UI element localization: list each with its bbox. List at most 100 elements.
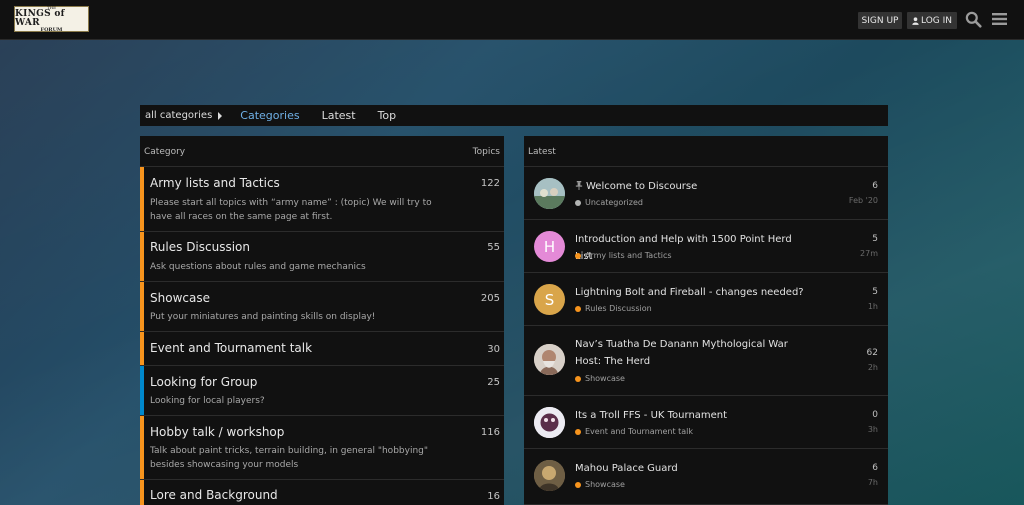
hamburger-menu-icon[interactable] (992, 12, 1007, 26)
topics-column-header: Topics (472, 147, 500, 157)
topic-title[interactable]: Welcome to Discourse (586, 181, 697, 192)
category-dot (575, 305, 581, 312)
login-label: LOG IN (921, 15, 952, 26)
signup-label: SIGN UP (861, 15, 899, 26)
topic-category[interactable]: Army lists and Tactics (575, 251, 672, 260)
topic-post-count[interactable]: 62 (867, 348, 878, 358)
login-button[interactable]: LOG IN (907, 12, 957, 29)
topic-activity-time[interactable]: 3h (868, 425, 878, 434)
topic-activity-time[interactable]: 7h (868, 478, 878, 487)
topic-activity-time[interactable]: 27m (860, 249, 878, 258)
category-row[interactable]: Showcase Put your miniatures and paintin… (140, 282, 504, 332)
avatar[interactable] (534, 407, 565, 438)
category-dot (575, 199, 581, 206)
category-title[interactable]: Hobby talk / workshop (150, 425, 284, 439)
category-topic-count: 30 (487, 344, 500, 355)
category-title[interactable]: Event and Tournament talk (150, 341, 312, 355)
category-title[interactable]: Looking for Group (150, 375, 257, 389)
topic-post-count[interactable]: 6 (872, 181, 878, 191)
category-row[interactable]: Rules Discussion Ask questions about rul… (140, 232, 504, 282)
topic-category-label: Showcase (585, 480, 625, 489)
user-icon (912, 16, 919, 25)
topic-category-label: Event and Tournament talk (585, 427, 694, 436)
avatar-image (534, 460, 565, 491)
topic-category[interactable]: Rules Discussion (575, 304, 652, 313)
topic-category-label: Rules Discussion (585, 304, 652, 313)
category-title[interactable]: Rules Discussion (150, 240, 250, 254)
category-topic-count: 116 (480, 427, 500, 438)
topic-row[interactable]: S Lightning Bolt and Fireball - changes … (524, 273, 888, 326)
topic-category[interactable]: Showcase (575, 374, 625, 383)
category-row[interactable]: Event and Tournament talk 30 (140, 332, 504, 366)
avatar[interactable] (534, 178, 565, 209)
avatar[interactable] (534, 344, 565, 375)
latest-panel: Latest Welcome to Discourse Uncategorize… (524, 136, 888, 505)
topic-title[interactable]: Nav’s Tuatha De Danann Mythological War … (575, 336, 805, 370)
search-icon[interactable] (965, 11, 982, 28)
topic-activity-time[interactable]: 1h (868, 302, 878, 311)
category-dot (575, 481, 581, 488)
topic-post-count[interactable]: 5 (872, 287, 878, 297)
topic-title[interactable]: Mahou Palace Guard (575, 460, 805, 477)
topic-title[interactable]: Its a Troll FFS - UK Tournament (575, 407, 805, 424)
category-topic-count: 55 (487, 242, 500, 253)
topic-row[interactable]: Its a Troll FFS - UK Tournament Event an… (524, 396, 888, 449)
categories-panel: Category Topics Army lists and Tactics P… (140, 136, 504, 505)
category-topic-count: 16 (487, 491, 500, 502)
tab-top[interactable]: Top (378, 109, 397, 122)
category-description: Looking for local players? (150, 396, 265, 406)
category-description: Ask questions about rules and game mecha… (150, 262, 366, 272)
category-row[interactable]: Army lists and Tactics Please start all … (140, 167, 504, 232)
category-dot (575, 375, 581, 382)
category-title[interactable]: Army lists and Tactics (150, 176, 280, 190)
avatar-letter: S (544, 290, 555, 309)
topic-title-wrap[interactable]: Welcome to Discourse (575, 178, 805, 195)
tab-latest[interactable]: Latest (322, 109, 356, 122)
topic-title[interactable]: Lightning Bolt and Fireball - changes ne… (575, 284, 805, 301)
topic-row[interactable]: Nav’s Tuatha De Danann Mythological War … (524, 326, 888, 396)
topic-category-label: Showcase (585, 374, 625, 383)
category-color-bar (140, 167, 144, 231)
topic-post-count[interactable]: 6 (872, 463, 878, 473)
category-description: Talk about paint tricks, terrain buildin… (150, 446, 428, 470)
site-logo[interactable]: THE KINGS of WAR FORUM (14, 5, 89, 33)
category-topic-count: 122 (480, 178, 500, 189)
category-row[interactable]: Looking for Group Looking for local play… (140, 366, 504, 416)
tab-categories[interactable]: Categories (240, 109, 299, 122)
category-row[interactable]: Hobby talk / workshop Talk about paint t… (140, 416, 504, 480)
topic-activity-time[interactable]: Feb '20 (849, 196, 878, 205)
category-column-header: Category (144, 147, 186, 157)
category-color-bar (140, 232, 144, 281)
avatar[interactable]: H (534, 231, 565, 262)
category-color-bar (140, 416, 144, 479)
topic-post-count[interactable]: 5 (872, 234, 878, 244)
category-color-bar (140, 332, 144, 365)
logo-line-3: FORUM (40, 26, 63, 33)
topic-category-label: Uncategorized (585, 198, 643, 207)
topic-row[interactable]: H Introduction and Help with 1500 Point … (524, 220, 888, 273)
logo-line-2: KINGS of WAR (15, 8, 65, 28)
pin-icon (575, 181, 583, 190)
site-header: THE KINGS of WAR FORUM SIGN UP LOG IN (0, 0, 1024, 40)
category-dropdown[interactable]: all categories (145, 110, 223, 121)
topic-category[interactable]: Event and Tournament talk (575, 427, 693, 436)
avatar-image (534, 407, 565, 438)
signup-button[interactable]: SIGN UP (858, 12, 902, 29)
topic-activity-time[interactable]: 2h (868, 363, 878, 372)
avatar[interactable] (534, 460, 565, 491)
topic-row[interactable]: Mahou Palace Guard Showcase 6 7h (524, 449, 888, 505)
avatar[interactable]: S (534, 284, 565, 315)
topic-post-count[interactable]: 0 (872, 410, 878, 420)
avatar-image (534, 344, 565, 375)
category-title[interactable]: Showcase (150, 291, 210, 305)
topic-category[interactable]: Showcase (575, 480, 625, 489)
category-row[interactable]: Lore and Background 16 (140, 480, 504, 505)
caret-right-icon (218, 111, 223, 120)
avatar-image (534, 178, 565, 209)
category-dot (575, 252, 581, 259)
topic-category[interactable]: Uncategorized (575, 198, 643, 207)
topic-row[interactable]: Welcome to Discourse Uncategorized 6 Feb… (524, 167, 888, 220)
avatar-letter: H (543, 237, 556, 256)
category-dropdown-label: all categories (145, 110, 213, 121)
category-title[interactable]: Lore and Background (150, 488, 278, 502)
